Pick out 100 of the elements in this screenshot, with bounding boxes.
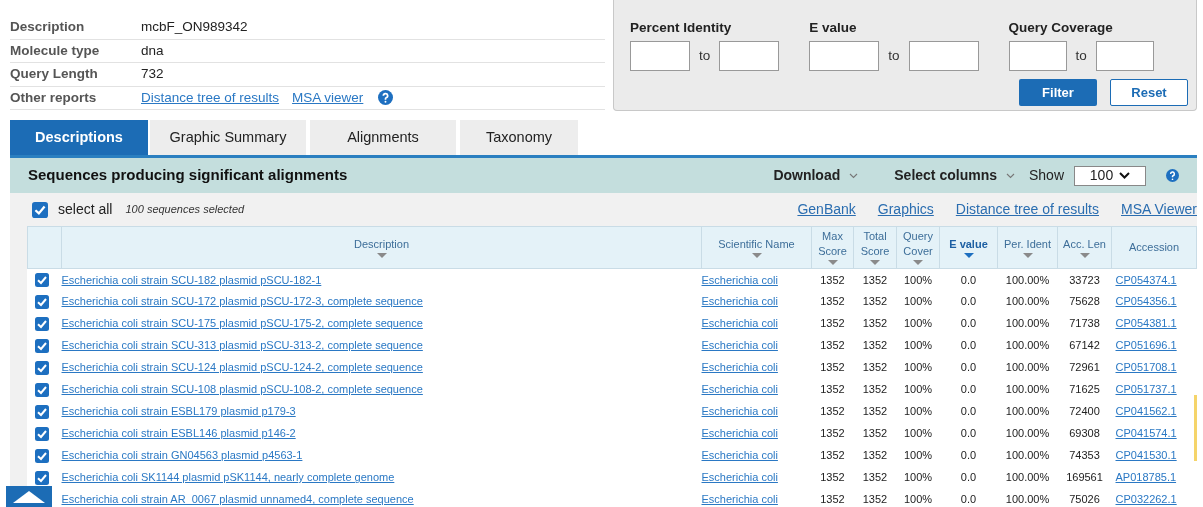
species-link[interactable]: Escherichia coli bbox=[701, 427, 778, 440]
results-link[interactable]: Graphics bbox=[877, 199, 934, 220]
species-link[interactable]: Escherichia coli bbox=[701, 317, 778, 330]
table-cell: 1352 bbox=[820, 317, 845, 330]
checkbox[interactable] bbox=[34, 470, 49, 485]
accession-link[interactable]: CP032262.1 bbox=[1115, 493, 1177, 506]
field-value: 732 bbox=[141, 65, 164, 84]
checkbox[interactable] bbox=[34, 338, 49, 353]
species-link[interactable]: Escherichia coli bbox=[701, 405, 778, 418]
sort-icon[interactable] bbox=[751, 252, 762, 259]
checkbox[interactable] bbox=[34, 382, 49, 397]
accession-link[interactable]: CP041574.1 bbox=[1115, 427, 1177, 440]
description-link[interactable]: Escherichia coli strain SCU-172 plasmid pSCU-172-3, complete sequence bbox=[61, 295, 423, 308]
table-cell: 1352 bbox=[820, 361, 845, 374]
table-cell: 0.0 bbox=[960, 273, 977, 286]
checkbox[interactable] bbox=[34, 316, 49, 331]
column-header[interactable]: Total Score bbox=[853, 226, 897, 269]
accession-link[interactable]: CP051696.1 bbox=[1115, 339, 1177, 352]
range-input[interactable] bbox=[630, 41, 690, 72]
table-cell: 100% bbox=[903, 295, 933, 308]
description-link[interactable]: Escherichia coli strain AR_0067 plasmid unnamed4, complete sequence bbox=[61, 493, 414, 506]
checkbox[interactable] bbox=[34, 294, 49, 309]
accession-link[interactable]: CP054356.1 bbox=[1115, 295, 1177, 308]
accession-link[interactable]: CP041530.1 bbox=[1115, 449, 1177, 462]
sort-active-icon[interactable] bbox=[963, 252, 974, 259]
species-link[interactable]: Escherichia coli bbox=[701, 295, 778, 308]
back-to-top-button[interactable] bbox=[6, 486, 52, 507]
table-cell: 1352 bbox=[862, 471, 888, 484]
help-icon[interactable] bbox=[378, 90, 394, 106]
report-link[interactable]: Distance tree of results bbox=[141, 87, 280, 108]
sort-icon[interactable] bbox=[1022, 252, 1033, 259]
table-cell: 0.0 bbox=[960, 493, 977, 506]
accession-link[interactable]: CP054381.1 bbox=[1115, 317, 1177, 330]
range-input[interactable] bbox=[908, 41, 979, 72]
column-header[interactable]: Description bbox=[61, 226, 702, 269]
accession-link[interactable]: AP018785.1 bbox=[1115, 471, 1177, 484]
tab[interactable]: Alignments bbox=[310, 120, 456, 155]
column-header[interactable]: Acc. Len bbox=[1057, 226, 1112, 269]
range-input[interactable] bbox=[1095, 41, 1154, 72]
accession-link[interactable]: CP054374.1 bbox=[1115, 273, 1177, 286]
reset-button[interactable]: Reset bbox=[1110, 79, 1188, 107]
sort-icon[interactable] bbox=[1079, 252, 1090, 259]
table-cell: 1352 bbox=[820, 449, 845, 462]
checkbox[interactable] bbox=[34, 360, 49, 375]
results-link[interactable]: MSA Viewer bbox=[1121, 199, 1197, 220]
download-menu[interactable]: Download bbox=[773, 165, 859, 186]
description-link[interactable]: Escherichia coli strain SCU-124 plasmid pSCU-124-2, complete sequence bbox=[61, 361, 423, 374]
select-columns-menu[interactable]: Select columns bbox=[894, 165, 1015, 186]
table-cell: 0.0 bbox=[960, 427, 977, 440]
column-header[interactable]: Scientific Name bbox=[701, 226, 812, 269]
table-cell: 100.00% bbox=[1005, 471, 1050, 484]
species-link[interactable]: Escherichia coli bbox=[701, 273, 778, 286]
column-header[interactable]: E value bbox=[939, 226, 998, 269]
help-icon[interactable] bbox=[1166, 169, 1179, 182]
description-link[interactable]: Escherichia coli strain ESBL179 plasmid p179-3 bbox=[61, 405, 296, 418]
sort-icon[interactable] bbox=[827, 260, 838, 266]
description-link[interactable]: Escherichia coli strain ESBL146 plasmid p146-2 bbox=[61, 427, 296, 440]
sort-icon[interactable] bbox=[913, 260, 923, 266]
sort-icon[interactable] bbox=[376, 252, 387, 259]
show-count-select[interactable]: 100 bbox=[1074, 165, 1146, 186]
table-cell: 100.00% bbox=[1005, 493, 1050, 506]
report-link[interactable]: MSA viewer bbox=[292, 87, 364, 108]
description-link[interactable]: Escherichia coli strain GN04563 plasmid p4563-1 bbox=[61, 449, 303, 462]
tab[interactable]: Graphic Summary bbox=[150, 120, 306, 155]
table-cell: 1352 bbox=[820, 339, 845, 352]
species-link[interactable]: Escherichia coli bbox=[701, 449, 778, 462]
checkbox[interactable] bbox=[34, 272, 49, 287]
description-link[interactable]: Escherichia coli SK1144 plasmid pSK1144, nearly complete genome bbox=[61, 471, 395, 484]
column-header[interactable]: Per. Ident bbox=[997, 226, 1058, 269]
results-link[interactable]: GenBank bbox=[797, 199, 856, 220]
accession-link[interactable]: CP041562.1 bbox=[1115, 405, 1177, 418]
species-link[interactable]: Escherichia coli bbox=[701, 493, 778, 506]
species-link[interactable]: Escherichia coli bbox=[701, 361, 778, 374]
description-link[interactable]: Escherichia coli strain SCU-313 plasmid pSCU-313-2, complete sequence bbox=[61, 339, 423, 352]
checkbox[interactable] bbox=[34, 448, 49, 463]
checkbox[interactable] bbox=[34, 404, 49, 419]
description-link[interactable]: Escherichia coli strain SCU-108 plasmid pSCU-108-2, complete sequence bbox=[61, 383, 423, 396]
checkbox[interactable] bbox=[34, 426, 49, 441]
column-header[interactable]: Max Score bbox=[811, 226, 854, 269]
tab[interactable]: Descriptions bbox=[10, 120, 148, 155]
accession-link[interactable]: CP051708.1 bbox=[1115, 361, 1177, 374]
sort-icon[interactable] bbox=[870, 260, 880, 266]
table-cell: 1352 bbox=[820, 471, 845, 484]
range-input[interactable] bbox=[809, 41, 880, 72]
range-input[interactable] bbox=[1008, 41, 1067, 72]
selection-count: 100 sequences selected bbox=[125, 202, 245, 218]
species-link[interactable]: Escherichia coli bbox=[701, 339, 778, 352]
description-link[interactable]: Escherichia coli strain SCU-175 plasmid pSCU-175-2, complete sequence bbox=[61, 317, 423, 330]
accession-link[interactable]: CP051737.1 bbox=[1115, 383, 1177, 396]
range-input[interactable] bbox=[719, 41, 780, 72]
filter-button[interactable]: Filter bbox=[1019, 79, 1097, 107]
table-cell: 100% bbox=[903, 471, 933, 484]
species-link[interactable]: Escherichia coli bbox=[701, 471, 778, 484]
species-link[interactable]: Escherichia coli bbox=[701, 383, 778, 396]
column-header[interactable]: Accession bbox=[1111, 226, 1197, 269]
tab[interactable]: Taxonomy bbox=[460, 120, 578, 155]
results-link[interactable]: Distance tree of results bbox=[955, 199, 1099, 220]
description-link[interactable]: Escherichia coli strain SCU-182 plasmid pSCU-182-1 bbox=[61, 273, 322, 286]
column-header[interactable]: Query Cover bbox=[896, 226, 940, 269]
checkbox[interactable] bbox=[32, 201, 48, 218]
